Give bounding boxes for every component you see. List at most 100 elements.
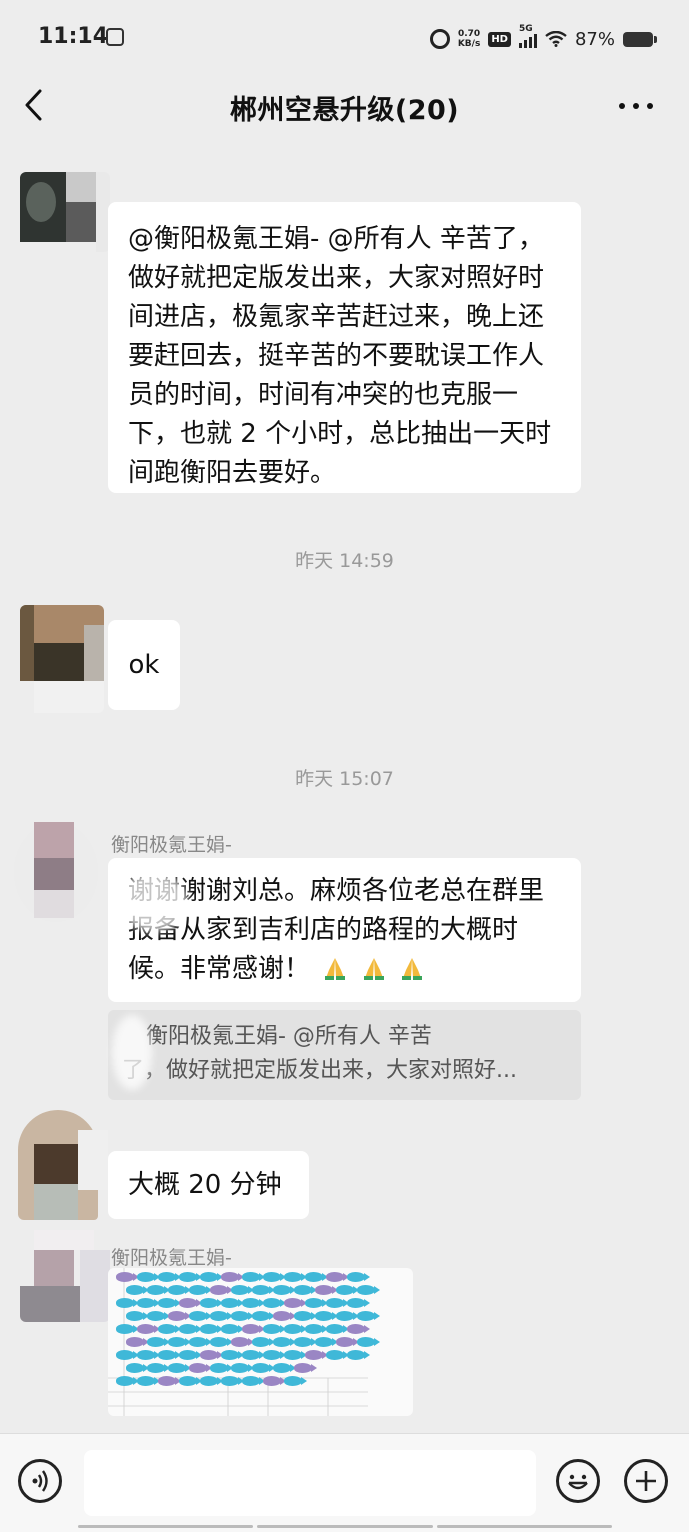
pattern-mark: [347, 1272, 370, 1282]
pattern-mark: [179, 1350, 202, 1360]
pattern-mark: [116, 1376, 139, 1386]
pattern-mark: [200, 1298, 223, 1308]
pattern-mark: [168, 1311, 191, 1321]
pattern-mark: [273, 1311, 296, 1321]
pattern-mark: [347, 1350, 370, 1360]
quote-line: 了，做好就把定版发出来，大家对照好...: [122, 1058, 517, 1083]
pattern-mark: [273, 1337, 296, 1347]
pattern-mark: [326, 1350, 349, 1360]
pattern-mark: [147, 1285, 170, 1295]
pattern-mark: [357, 1311, 380, 1321]
pattern-mark: [263, 1350, 286, 1360]
network-speed: 0.70 KB/s: [458, 29, 480, 49]
more-options-button[interactable]: [619, 94, 659, 118]
pray-emoji: [318, 954, 425, 984]
pattern-row: [126, 1337, 380, 1351]
pattern-mark: [357, 1285, 380, 1295]
message-bubble[interactable]: @衡阳极氪王娟- @所有人 辛苦了，做好就把定版发出来，大家对照好时间进店，极氪…: [108, 202, 581, 493]
pattern-mark: [126, 1285, 149, 1295]
pattern-mark: [147, 1311, 170, 1321]
wifi-icon: [545, 31, 567, 47]
image-attachment[interactable]: [108, 1268, 413, 1416]
avatar[interactable]: [20, 1230, 110, 1322]
clock: 11:14: [38, 24, 109, 49]
pattern-mark: [221, 1272, 244, 1282]
pattern-mark: [189, 1363, 212, 1373]
pattern-mark: [231, 1311, 254, 1321]
pattern-mark: [116, 1298, 139, 1308]
avatar[interactable]: [18, 1110, 108, 1220]
pattern-mark: [252, 1337, 275, 1347]
pattern-mark: [200, 1324, 223, 1334]
pattern-mark: [116, 1350, 139, 1360]
pattern-mark: [284, 1376, 307, 1386]
dot-icon: [619, 103, 625, 109]
pattern-mark: [347, 1298, 370, 1308]
pattern-row: [116, 1350, 370, 1364]
pattern-mark: [242, 1298, 265, 1308]
more-functions-button[interactable]: [624, 1459, 668, 1503]
pattern-mark: [305, 1298, 328, 1308]
status-icons: 0.70 KB/s HD 5G 87%: [429, 24, 657, 54]
pattern-mark: [200, 1272, 223, 1282]
quoted-reply[interactable]: 衡阳极氪王娟- @所有人 辛苦 了，做好就把定版发出来，大家对照好...: [108, 1010, 581, 1100]
pattern-row: [116, 1324, 370, 1338]
pattern-row: [116, 1298, 370, 1312]
pattern-mark: [137, 1376, 160, 1386]
battery-icon: [623, 31, 657, 47]
pattern-mark: [231, 1285, 254, 1295]
pattern-mark: [158, 1298, 181, 1308]
avatar[interactable]: [14, 822, 98, 922]
pattern-mark: [116, 1324, 139, 1334]
pattern-mark: [347, 1324, 370, 1334]
voice-icon: [32, 1470, 48, 1492]
avatar[interactable]: [20, 172, 110, 252]
sender-nickname: 衡阳极氪王娟-: [111, 1247, 232, 1269]
emoji-button[interactable]: [556, 1459, 600, 1503]
voice-button[interactable]: [18, 1459, 62, 1503]
pattern-mark: [326, 1324, 349, 1334]
pattern-mark: [252, 1285, 275, 1295]
pattern-mark: [231, 1337, 254, 1347]
pattern-mark: [221, 1376, 244, 1386]
pattern-mark: [263, 1298, 286, 1308]
pattern-mark: [242, 1376, 265, 1386]
pattern-row: [116, 1376, 307, 1390]
pattern-mark: [189, 1337, 212, 1347]
gesture-bar: [78, 1525, 612, 1528]
pattern-mark: [126, 1337, 149, 1347]
pattern-mark: [263, 1272, 286, 1282]
message-bubble[interactable]: 谢谢谢谢刘总。麻烦各位老总在群里报备从家到吉利店的路程的大概时候。非常感谢！: [108, 858, 581, 1002]
pattern-mark: [357, 1337, 380, 1347]
message-text: ok: [128, 650, 160, 680]
message-input[interactable]: [84, 1450, 536, 1516]
pattern-mark: [273, 1363, 296, 1373]
emoji-icon: [568, 1474, 588, 1490]
pattern-mark: [168, 1285, 191, 1295]
message-bubble[interactable]: 大概 20 分钟: [108, 1151, 309, 1219]
avatar[interactable]: [20, 605, 104, 713]
pattern-mark: [179, 1272, 202, 1282]
pattern-mark: [305, 1350, 328, 1360]
pray-icon: [401, 958, 422, 980]
pattern-mark: [126, 1311, 149, 1321]
pray-icon: [363, 958, 384, 980]
pattern-mark: [137, 1272, 160, 1282]
pattern-mark: [305, 1324, 328, 1334]
pattern-mark: [158, 1350, 181, 1360]
pattern-row: [126, 1285, 380, 1299]
pattern-mark: [147, 1363, 170, 1373]
pattern-mark: [137, 1350, 160, 1360]
pattern-mark: [252, 1311, 275, 1321]
pattern-mark: [336, 1337, 359, 1347]
pattern-row: [126, 1363, 317, 1377]
input-bar: [0, 1433, 689, 1532]
message-bubble[interactable]: ok: [108, 620, 180, 710]
pattern-mark: [242, 1350, 265, 1360]
alarm-icon: [429, 29, 450, 49]
chat-header: 郴州空悬升级(20): [0, 76, 689, 142]
sender-nickname: 衡阳极氪王娟-: [111, 834, 232, 856]
pattern-mark: [221, 1298, 244, 1308]
pattern-mark: [294, 1363, 317, 1373]
dot-icon: [633, 103, 639, 109]
